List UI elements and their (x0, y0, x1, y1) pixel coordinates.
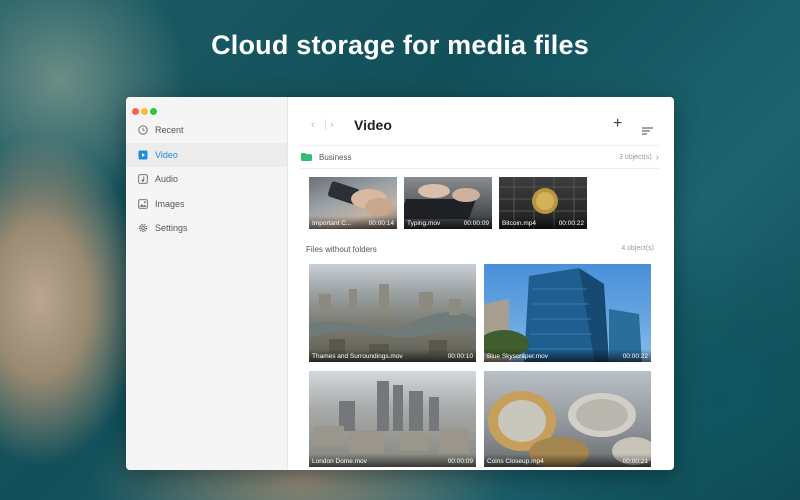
chevron-left-icon[interactable]: ‹ (311, 119, 315, 131)
sidebar-item-recent[interactable]: Recent (126, 118, 287, 143)
page-title: Video (354, 117, 392, 133)
sidebar-item-settings[interactable]: Settings (126, 216, 287, 241)
video-thumbnail[interactable]: Thames and Surroundings.mov 00:00:10 (309, 264, 476, 362)
clock-icon (138, 125, 148, 135)
gear-icon (138, 223, 148, 233)
thumbnail-caption: Important C... 00:00:14 (309, 216, 397, 229)
sidebar-item-video[interactable]: Video (126, 142, 287, 167)
zoom-window-button[interactable] (150, 108, 157, 115)
image-icon (138, 198, 148, 209)
section-label: Files without folders (306, 245, 377, 254)
main-panel: ‹ › Video + Business 3 object(s) › Impor… (287, 97, 674, 470)
thumbnail-caption: Coins Closeup.mp4 00:00:21 (484, 454, 651, 467)
video-thumbnail[interactable]: Coins Closeup.mp4 00:00:21 (484, 371, 651, 467)
toolbar-divider (325, 119, 326, 130)
file-duration: 00:00:22 (558, 220, 584, 227)
file-duration: 00:00:14 (368, 220, 394, 227)
sidebar-nav: Recent Video Audio Images Settings (126, 118, 287, 241)
video-thumbnail[interactable]: London Dome.mov 00:00:09 (309, 371, 476, 467)
sort-icon[interactable] (642, 122, 653, 140)
sidebar-item-label: Recent (155, 125, 184, 136)
chevron-right-icon[interactable]: › (656, 152, 659, 163)
thumbnail-image (314, 381, 469, 453)
file-name: Typing.mov (407, 220, 441, 227)
file-name: Bitcoin.mp4 (502, 220, 536, 227)
video-thumbnail[interactable]: Bitcoin.mp4 00:00:22 (499, 177, 587, 229)
thumbnail-caption: Typing.mov 00:00:09 (404, 216, 492, 229)
thumbnail-image (309, 284, 476, 356)
sidebar-item-label: Settings (155, 223, 188, 234)
file-name: Coins Closeup.mp4 (487, 458, 544, 465)
folder-row-business[interactable]: Business 3 object(s) › (301, 145, 659, 169)
thumbnail-caption: London Dome.mov 00:00:09 (309, 454, 476, 467)
sidebar-item-label: Audio (155, 174, 179, 185)
app-window: Recent Video Audio Images Settings ‹ › V… (126, 97, 674, 470)
thumbnail-caption: Blue Skyscraper.mov 00:00:22 (484, 349, 651, 362)
thumbnail-image (484, 268, 642, 362)
minimize-window-button[interactable] (141, 108, 148, 115)
chevron-right-icon[interactable]: › (330, 119, 334, 131)
folder-name: Business (319, 152, 352, 162)
video-thumbnail[interactable]: Typing.mov 00:00:09 (404, 177, 492, 229)
file-name: London Dome.mov (312, 458, 367, 465)
sidebar-item-label: Images (155, 198, 185, 209)
sidebar-item-label: Video (155, 149, 178, 160)
close-window-button[interactable] (132, 108, 139, 115)
sidebar-item-audio[interactable]: Audio (126, 167, 287, 192)
thumbnail-image (488, 391, 651, 467)
file-duration: 00:00:09 (447, 458, 473, 465)
section-count: 4 object(s) (621, 245, 654, 252)
file-duration: 00:00:21 (622, 458, 648, 465)
sidebar-item-images[interactable]: Images (126, 192, 287, 217)
file-duration: 00:00:22 (622, 353, 648, 360)
video-thumbnail[interactable]: Important C... 00:00:14 (309, 177, 397, 229)
file-duration: 00:00:09 (463, 220, 489, 227)
folder-icon (301, 153, 312, 161)
file-name: Important C... (312, 220, 352, 227)
toolbar: ‹ › Video + (287, 97, 674, 145)
video-thumbnail[interactable]: Blue Skyscraper.mov 00:00:22 (484, 264, 651, 362)
sidebar: Recent Video Audio Images Settings (126, 97, 288, 470)
file-name: Thames and Surroundings.mov (312, 353, 403, 360)
folder-count: 3 object(s) (618, 153, 652, 161)
file-name: Blue Skyscraper.mov (487, 353, 549, 360)
plus-icon[interactable]: + (613, 115, 622, 133)
thumbnail-caption: Thames and Surroundings.mov 00:00:10 (309, 349, 476, 362)
headline: Cloud storage for media files (211, 30, 589, 60)
file-duration: 00:00:10 (447, 353, 473, 360)
music-note-icon (138, 174, 148, 185)
thumbnail-caption: Bitcoin.mp4 00:00:22 (499, 216, 587, 229)
video-icon (138, 150, 148, 160)
